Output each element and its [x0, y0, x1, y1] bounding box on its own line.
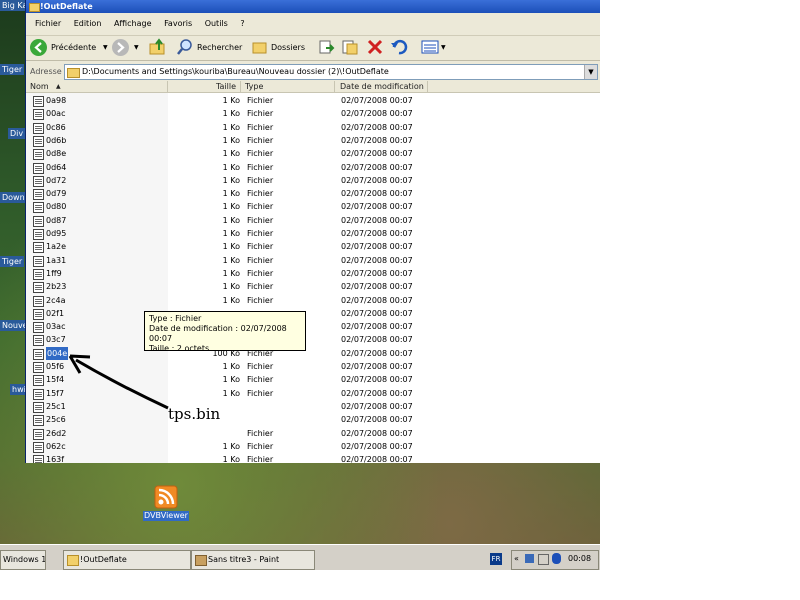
annotation-arrow [68, 354, 169, 410]
desktop: Big Ka Tiger Div Down Tiger Nouve hwi DV… [0, 0, 600, 570]
annotation-text: tps.bin [168, 405, 221, 423]
